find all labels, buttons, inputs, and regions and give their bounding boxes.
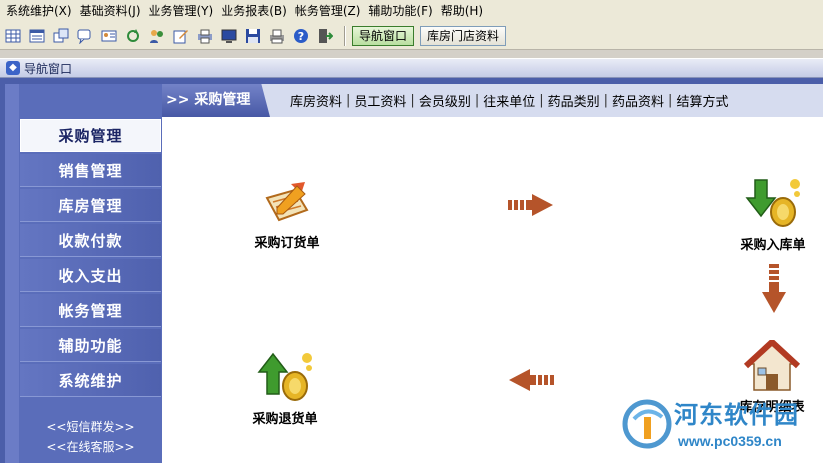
- help-icon[interactable]: ?: [290, 25, 312, 47]
- purchase-order-label: 采购订货单: [254, 236, 320, 251]
- list-icon[interactable]: [26, 25, 48, 47]
- sms-broadcast-link[interactable]: <<短信群发>>: [20, 418, 161, 435]
- toolbar: ? 导航窗口 库房门店资料: [0, 22, 823, 50]
- watermark-title: 河东软件园: [674, 400, 799, 429]
- purchase-return-label: 采购退货单: [252, 412, 318, 427]
- menu-bar: 系统维护(X) 基础资料(J) 业务管理(Y) 业务报表(B) 帐务管理(Z) …: [0, 0, 823, 22]
- stock-in-icon: [745, 179, 800, 227]
- purchase-order-node[interactable]: 采购订货单: [242, 180, 332, 251]
- purchase-stockin-node[interactable]: 采购入库单: [728, 176, 818, 253]
- users-icon[interactable]: [146, 25, 168, 47]
- windows-icon[interactable]: [50, 25, 72, 47]
- house-icon: [744, 340, 800, 391]
- nav-window-button[interactable]: 导航窗口: [352, 25, 415, 46]
- purchase-stockin-label: 采购入库单: [740, 238, 806, 253]
- link-separator: |: [474, 93, 480, 108]
- link-separator: |: [668, 93, 673, 108]
- arrow-left-icon: [509, 369, 554, 391]
- link-settlement-method[interactable]: 结算方式: [674, 91, 730, 110]
- monitor-icon[interactable]: [218, 25, 240, 47]
- arrow-right-icon: [508, 194, 553, 216]
- grid-icon[interactable]: [2, 25, 24, 47]
- sidebar-item-system[interactable]: 系统维护: [20, 364, 161, 397]
- link-partners[interactable]: 往来单位: [481, 91, 537, 110]
- sidebar-item-receipts-payments[interactable]: 收款付款: [20, 224, 161, 257]
- menu-business-reports[interactable]: 业务报表(B): [217, 0, 291, 22]
- module-title: >> 采购管理: [162, 84, 270, 117]
- toolbar-separator: [344, 25, 346, 46]
- return-goods-icon: [257, 352, 312, 401]
- link-employee-data[interactable]: 员工资料: [352, 91, 408, 110]
- menu-system-maintenance[interactable]: 系统维护(X): [2, 0, 76, 22]
- module-links: 库房资料 | 员工资料 | 会员级别 | 往来单位 | 药品类别 | 药品资料 | 结算方式: [288, 84, 730, 117]
- sidebar-item-purchase[interactable]: 采购管理: [20, 119, 161, 152]
- sidebar: 采购管理 销售管理 库房管理 收款付款 收入支出 帐务管理 辅助功能 系统维护 …: [5, 84, 162, 463]
- link-separator: |: [410, 93, 415, 108]
- menu-auxiliary-functions[interactable]: 辅助功能(F): [364, 0, 436, 22]
- store-data-button[interactable]: 库房门店资料: [420, 25, 507, 46]
- printer-icon[interactable]: [194, 25, 216, 47]
- menu-account-management[interactable]: 帐务管理(Z): [291, 0, 365, 22]
- watermark: 河东软件园 www.pc0359.cn: [620, 393, 823, 463]
- link-warehouse-data[interactable]: 库房资料: [288, 91, 344, 110]
- sidebar-item-warehouse[interactable]: 库房管理: [20, 189, 161, 222]
- save-icon[interactable]: [242, 25, 264, 47]
- sidebar-item-sales[interactable]: 销售管理: [20, 154, 161, 187]
- user-card-icon[interactable]: [98, 25, 120, 47]
- sidebar-stripe: [5, 84, 19, 463]
- menu-basic-data[interactable]: 基础资料(J): [76, 0, 145, 22]
- link-member-level[interactable]: 会员级别: [417, 91, 473, 110]
- arrow-down-icon: [762, 264, 786, 313]
- link-drug-category[interactable]: 药品类别: [546, 91, 602, 110]
- refresh-icon[interactable]: [122, 25, 144, 47]
- sidebar-item-income-expense[interactable]: 收入支出: [20, 259, 161, 292]
- link-drug-data[interactable]: 药品资料: [610, 91, 666, 110]
- watermark-url: www.pc0359.cn: [678, 433, 782, 449]
- window-titlebar: ◆ 导航窗口: [0, 58, 823, 78]
- window-title: 导航窗口: [24, 61, 73, 76]
- menu-business-management[interactable]: 业务管理(Y): [145, 0, 218, 22]
- module-tabbar: >> 采购管理 库房资料 | 员工资料 | 会员级别 | 往来单位 | 药品类别 | 药品…: [162, 84, 823, 117]
- online-support-link[interactable]: <<在线客服>>: [20, 438, 161, 455]
- svg-text:?: ?: [298, 30, 304, 43]
- watermark-logo-icon: [622, 399, 672, 449]
- chat-icon[interactable]: [74, 25, 96, 47]
- sidebar-item-auxiliary[interactable]: 辅助功能: [20, 329, 161, 362]
- link-separator: |: [603, 93, 609, 108]
- print-icon[interactable]: [266, 25, 288, 47]
- exit-icon[interactable]: [314, 25, 336, 47]
- link-separator: |: [346, 93, 351, 108]
- edit-icon[interactable]: [170, 25, 192, 47]
- purchase-return-node[interactable]: 采购退货单: [240, 350, 330, 427]
- link-separator: |: [539, 93, 544, 108]
- sidebar-item-accounts[interactable]: 帐务管理: [20, 294, 161, 327]
- window-icon: ◆: [6, 61, 20, 75]
- menu-help[interactable]: 帮助(H): [437, 0, 487, 22]
- order-document-icon: [265, 182, 309, 222]
